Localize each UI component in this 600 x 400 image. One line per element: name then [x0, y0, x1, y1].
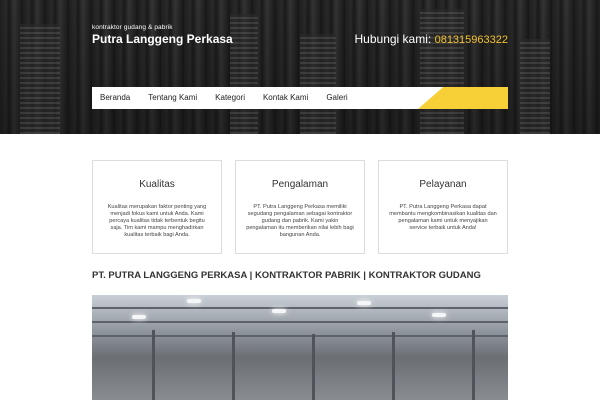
support-pillar [152, 330, 155, 400]
feature-text: Kualitas merupakan faktor penting yang m… [107, 204, 207, 238]
contact-phone[interactable]: 081315963322 [435, 34, 508, 46]
warehouse-photo [92, 295, 508, 400]
section-heading: PT. PUTRA LANGGENG PERKASA | KONTRAKTOR … [92, 270, 481, 281]
roof-beam [92, 321, 508, 323]
support-pillar [312, 334, 315, 400]
roof-beam [92, 307, 508, 309]
feature-text: PT. Putra Langgeng Perkasa dapat membant… [389, 204, 497, 231]
building-silhouette [230, 14, 258, 134]
nav-item-galeri[interactable]: Galeri [317, 87, 356, 109]
building-silhouette [520, 39, 550, 134]
feature-boxes: Kualitas Kualitas merupakan faktor penti… [92, 160, 508, 254]
support-pillar [392, 332, 395, 400]
contact-info: Hubungi kami: 081315963322 [355, 32, 508, 46]
nav-item-beranda[interactable]: Beranda [92, 87, 139, 109]
contact-label: Hubungi kami: [354, 32, 432, 46]
feature-box-pelayanan: Pelayanan PT. Putra Langgeng Perkasa dap… [378, 160, 508, 254]
nav-item-kategori[interactable]: Kategori [206, 87, 254, 109]
main-navigation: Beranda Tentang Kami Kategori Kontak Kam… [92, 87, 508, 109]
ceiling-light [272, 309, 286, 313]
nav-item-kontak-kami[interactable]: Kontak Kami [254, 87, 317, 109]
brand-name[interactable]: Putra Langgeng Perkasa [92, 32, 233, 46]
feature-title: Pelayanan [419, 179, 467, 190]
ceiling-light [132, 315, 146, 319]
support-pillar [472, 330, 475, 400]
ceiling-light [187, 299, 201, 303]
hero-banner: kontraktor gudang & pabrik Putra Langgen… [0, 0, 600, 134]
feature-title: Kualitas [139, 179, 175, 190]
brand-tagline: kontraktor gudang & pabrik [92, 24, 173, 31]
support-pillar [232, 332, 235, 400]
feature-box-kualitas: Kualitas Kualitas merupakan faktor penti… [92, 160, 222, 254]
building-silhouette [420, 9, 464, 134]
building-silhouette [20, 24, 60, 134]
feature-title: Pengalaman [271, 179, 329, 190]
ceiling-light [357, 301, 371, 305]
ceiling-light [432, 313, 446, 317]
building-silhouette [300, 34, 336, 134]
feature-box-pengalaman: Pengalaman PT. Putra Langgeng Perkasa me… [235, 160, 365, 254]
nav-item-tentang-kami[interactable]: Tentang Kami [139, 87, 206, 109]
feature-text: PT. Putra Langgeng Perkasa memiliki segu… [246, 204, 354, 238]
brand-logo[interactable]: kontraktor gudang & pabrik Putra Langgen… [92, 24, 233, 46]
nav-accent-stripe [418, 87, 508, 109]
